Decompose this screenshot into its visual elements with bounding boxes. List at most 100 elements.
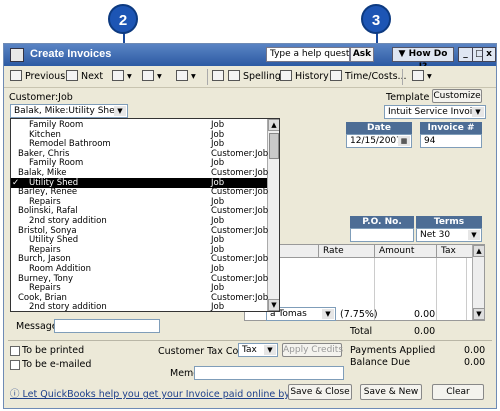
scroll-down-arrow-icon[interactable]: ▼ — [473, 308, 485, 320]
customer-job-value: Balak, Mike:Utility Shed — [14, 106, 121, 116]
ship-icon — [176, 70, 188, 81]
dropdown-item-type: Job — [211, 196, 225, 207]
dropdown-item-type: Customer:Job — [211, 187, 269, 198]
dropdown-item-name: Family Room — [29, 120, 84, 130]
dropdown-item-type: Job — [211, 216, 225, 226]
toolbar-separator — [207, 69, 208, 85]
time-costs-button[interactable]: Time/Costs... — [330, 70, 407, 82]
dropdown-item[interactable]: ✓ Utility Shed Job — [11, 177, 267, 188]
help-question-input[interactable]: Type a help question — [266, 47, 363, 62]
print-icon-button[interactable]: ▾ — [112, 70, 132, 82]
dropdown-item-type: Customer:Job — [211, 254, 269, 265]
ship-icon-button[interactable]: ▾ — [176, 70, 196, 82]
customize-button[interactable]: Customize — [432, 89, 482, 103]
dropdown-item-name: Utility Shed — [29, 235, 79, 246]
dropdown-item[interactable]: Burch, Jason Customer:Job — [11, 254, 269, 265]
dropdown-item[interactable]: Repairs Job — [11, 197, 267, 207]
chevron-down-icon[interactable]: ▼ — [114, 106, 126, 116]
dropdown-item[interactable]: 2nd story addition Job — [11, 216, 267, 226]
toolbar-separator — [402, 69, 403, 85]
dropdown-item[interactable]: Kitchen Job — [11, 130, 267, 140]
terms-header: Terms — [416, 216, 482, 228]
next-button[interactable]: Next — [66, 70, 103, 82]
dropdown-item[interactable]: Barley, Renee Customer:Job — [11, 187, 269, 198]
dropdown-item[interactable]: Family Room Job — [11, 158, 267, 168]
terms-combo[interactable]: Net 30 ▼ — [416, 228, 482, 242]
dropdown-item-type: Customer:Job — [211, 273, 269, 284]
dropdown-item[interactable]: Family Room Job — [11, 120, 267, 130]
chevron-down-icon[interactable]: ▼ — [322, 309, 334, 319]
history-button[interactable]: History — [280, 70, 329, 82]
spelling-button[interactable]: Spelling — [228, 70, 281, 82]
memo-field[interactable] — [194, 366, 344, 380]
how-do-i-button[interactable]: ▼ How Do I? — [392, 47, 454, 72]
dropdown-item-type: Job — [211, 264, 225, 274]
dropdown-item[interactable]: Balak, Mike Customer:Job — [11, 168, 268, 178]
dropdown-item[interactable]: Bristol, Sonya Customer:Job — [11, 225, 269, 236]
dropdown-scrollbar[interactable]: ▲ ▼ — [267, 119, 279, 311]
find-button[interactable] — [212, 70, 227, 82]
ask-button[interactable]: Ask — [350, 47, 374, 62]
tax-rate: (7.75%) — [340, 309, 378, 320]
dropdown-item-type: Job — [211, 283, 225, 294]
dropdown-item[interactable]: Baker, Chris Customer:Job — [11, 149, 268, 159]
dropdown-item-name: Balak, Mike — [18, 168, 67, 178]
dropdown-item[interactable]: Bolinski, Rafal Customer:Job — [11, 206, 268, 217]
date-value: 12/15/2007 — [350, 136, 402, 146]
attach-button[interactable]: ▾ — [412, 70, 432, 82]
dropdown-item-name: Room Addition — [29, 264, 92, 274]
apply-credits-button[interactable]: Apply Credits — [282, 343, 343, 357]
save-close-button[interactable]: Save & Close — [288, 384, 352, 400]
to-be-emailed-label: To be e-mailed — [22, 359, 92, 370]
dropdown-item[interactable]: Burney, Tony Customer:Job — [11, 273, 269, 284]
chevron-down-icon[interactable]: ▼ — [472, 107, 484, 117]
dropdown-item[interactable]: Repairs Job — [11, 283, 267, 293]
dropdown-item-name: Burch, Jason — [18, 254, 71, 265]
dropdown-item[interactable]: Utility Shed Job — [11, 235, 267, 245]
save-new-button[interactable]: Save & New — [360, 384, 422, 400]
chevron-down-icon[interactable]: ▼ — [468, 230, 480, 240]
spelling-icon — [228, 70, 240, 81]
grid-column — [437, 258, 467, 320]
scroll-up-arrow-icon[interactable]: ▲ — [473, 245, 485, 257]
dropdown-item-type: Customer:Job — [211, 292, 269, 303]
scroll-thumb[interactable] — [269, 133, 279, 159]
dropdown-item-type: Customer:Job — [211, 225, 269, 236]
dropdown-item-type: Job — [211, 302, 225, 312]
template-combo[interactable]: Intuit Service Invoice ▼ — [384, 105, 486, 119]
scroll-up-arrow-icon[interactable]: ▲ — [268, 119, 279, 131]
checkmark-icon: ✓ — [12, 177, 20, 188]
customer-job-combo[interactable]: Balak, Mike:Utility Shed ▼ — [10, 104, 128, 118]
to-be-printed-checkbox[interactable] — [10, 346, 20, 356]
grid-header-amount: Amount — [375, 245, 437, 258]
minimize-button[interactable]: _ — [458, 47, 473, 62]
balance-due-label: Balance Due — [350, 357, 411, 368]
time-costs-label: Time/Costs... — [345, 71, 407, 82]
customer-job-dropdown-list[interactable]: ▲ ▼ Family Room Job Kitchen Job Remodel Bath… — [10, 118, 280, 312]
scroll-down-arrow-icon[interactable]: ▼ — [268, 299, 279, 311]
dropdown-item[interactable]: Remodel Bathroom Job — [11, 139, 267, 149]
calendar-icon[interactable]: ▦ — [398, 136, 410, 146]
grid-scrollbar[interactable]: ▲ ▼ — [472, 245, 485, 320]
divider — [8, 340, 492, 341]
dropdown-item[interactable]: 2nd story addition Job — [11, 302, 267, 312]
tax-code-combo[interactable]: Tax ▼ — [238, 343, 278, 357]
template-label: Template — [386, 92, 430, 103]
dropdown-item-name: Bolinski, Rafal — [18, 206, 78, 217]
clear-button[interactable]: Clear — [432, 384, 484, 400]
dropdown-item-name: Kitchen — [29, 129, 61, 140]
to-be-emailed-checkbox[interactable] — [10, 360, 20, 370]
send-icon-button[interactable]: ▾ — [142, 70, 162, 82]
po-number-field[interactable] — [350, 228, 414, 242]
message-combo[interactable] — [54, 319, 160, 333]
close-button[interactable]: x — [482, 47, 496, 62]
chevron-down-icon[interactable]: ▼ — [264, 345, 276, 355]
date-field[interactable]: 12/15/2007 ▦ — [346, 134, 412, 148]
dropdown-item-name: Repairs — [29, 244, 61, 255]
dropdown-item[interactable]: Room Addition Job — [11, 264, 267, 274]
previous-button[interactable]: Previous — [10, 70, 65, 82]
invoice-number-field[interactable]: 94 — [420, 134, 482, 148]
dropdown-item[interactable]: Repairs Job — [11, 245, 267, 255]
dropdown-item-type: Job — [211, 177, 225, 188]
dropdown-item[interactable]: Cook, Brian Customer:Job — [11, 292, 269, 303]
